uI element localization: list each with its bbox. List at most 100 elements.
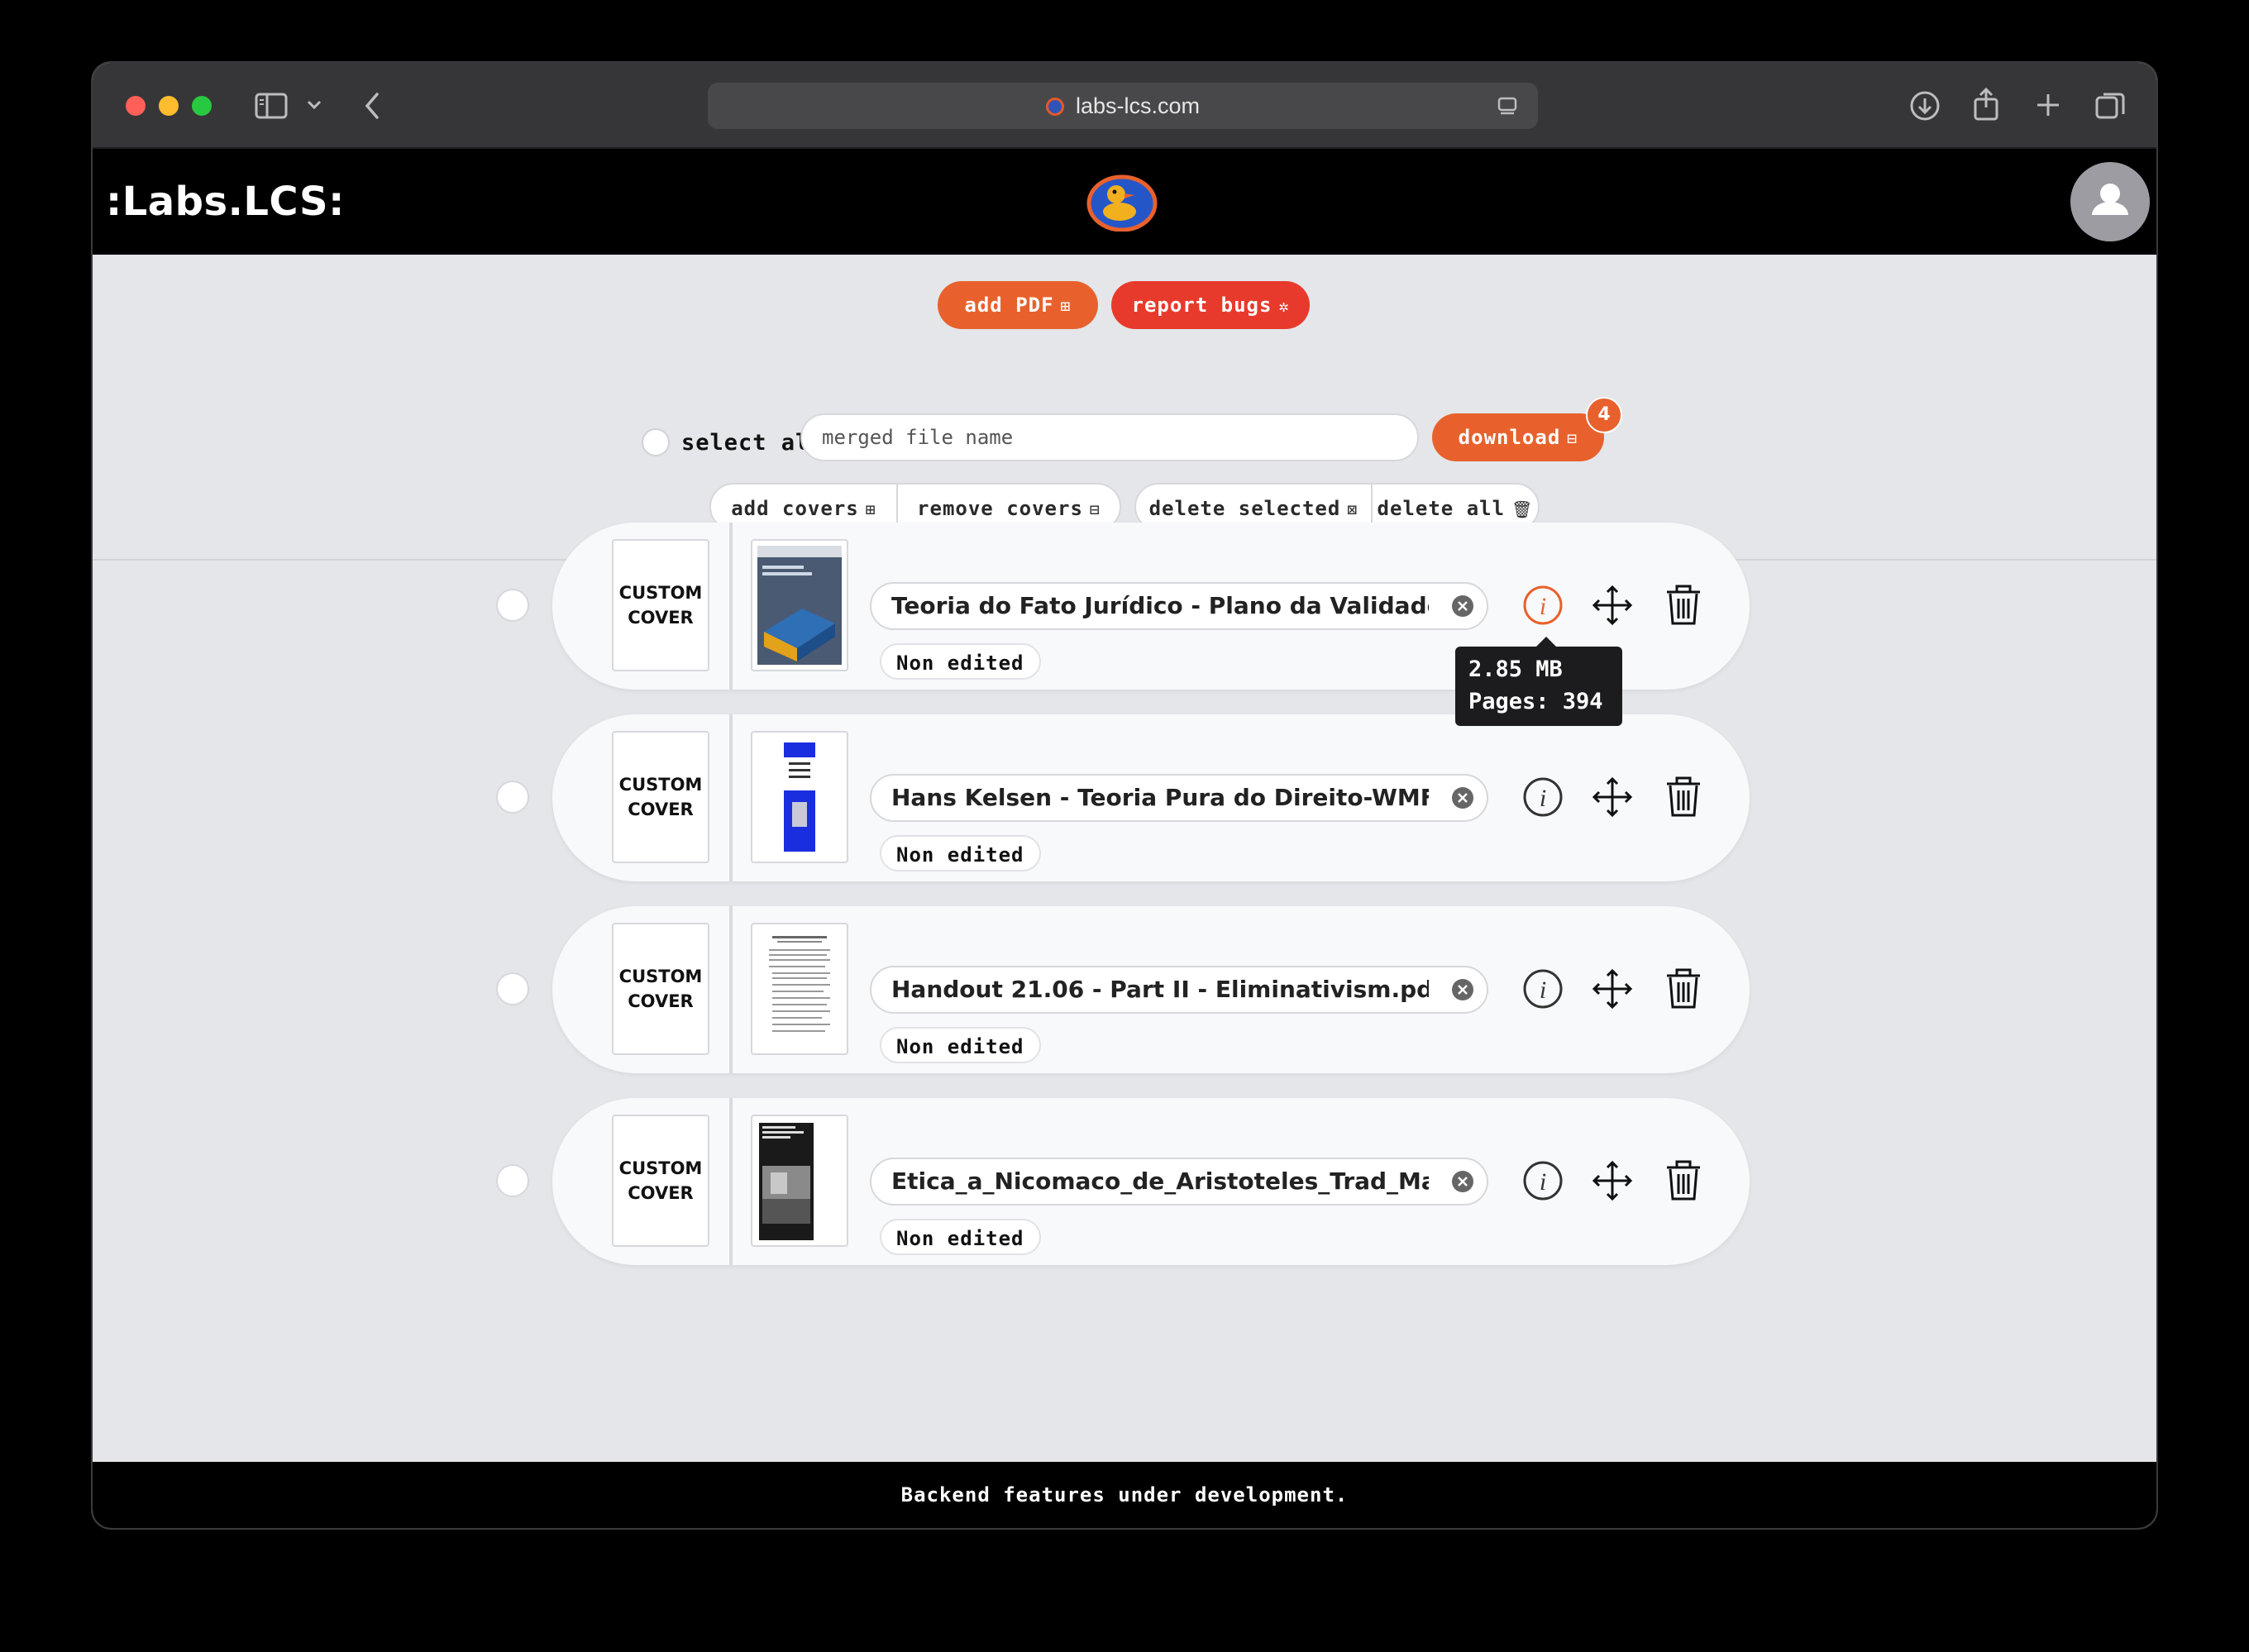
zoom-window-button[interactable]	[192, 96, 212, 116]
cover-label: CUSTOM	[618, 583, 703, 603]
page-count-text: Pages: 394	[1468, 689, 1603, 714]
cover-label: COVER	[628, 1183, 694, 1203]
file-name-field[interactable]: Teoria do Fato Jurídico - Plano da Valid…	[870, 582, 1488, 630]
move-icon[interactable]	[1589, 774, 1635, 820]
file-size-text: 2.85 MB	[1468, 657, 1563, 682]
brand-title[interactable]: :Labs.LCS:	[106, 179, 345, 225]
trash-icon[interactable]	[1660, 966, 1707, 1012]
edit-status-badge: Non edited	[880, 643, 1041, 680]
file-info-tooltip: 2.85 MB Pages: 394	[1455, 637, 1622, 726]
pdf-thumbnail-image	[759, 1123, 814, 1240]
delete-all-label: delete all	[1377, 497, 1506, 520]
pdf-thumbnail-image	[784, 742, 815, 852]
row-divider	[729, 523, 733, 690]
row-select-checkbox[interactable]	[496, 781, 529, 814]
minimize-window-button[interactable]	[159, 96, 179, 116]
svg-text:i: i	[1540, 785, 1546, 812]
file-minus-icon: ⊟	[1089, 499, 1101, 519]
file-download-icon: ⊟	[1567, 428, 1578, 448]
app-header: :Labs.LCS:	[93, 149, 2156, 255]
download-button[interactable]: download ⊟	[1432, 413, 1604, 461]
file-name-text[interactable]: Teoria do Fato Jurídico - Plano da Valid…	[891, 584, 1429, 628]
clear-name-icon[interactable]	[1450, 594, 1475, 618]
clear-name-icon[interactable]	[1450, 1169, 1475, 1194]
browser-toolbar: labs-lcs.com	[93, 63, 2156, 149]
move-icon[interactable]	[1589, 966, 1635, 1012]
row-select-checkbox[interactable]	[496, 1164, 529, 1197]
add-pdf-label: add PDF	[964, 294, 1054, 317]
select-all-checkbox[interactable]	[642, 428, 670, 456]
cover-label: CUSTOM	[618, 775, 703, 795]
file-name-text[interactable]: Hans Kelsen - Teoria Pura do Direito-WMF…	[891, 776, 1429, 820]
action-toolbar: add PDF⊞ report bugs✲ select all downloa…	[93, 255, 2156, 561]
pdf-thumbnail[interactable]	[751, 539, 848, 671]
edit-status-badge: Non edited	[880, 1027, 1041, 1063]
move-icon[interactable]	[1589, 1158, 1635, 1204]
pdf-thumbnail[interactable]	[751, 923, 848, 1055]
custom-cover-slot[interactable]: CUSTOM COVER	[612, 731, 709, 863]
edit-status-badge: Non edited	[880, 835, 1041, 871]
new-tab-icon[interactable]	[2034, 91, 2062, 119]
cover-label: CUSTOM	[618, 1158, 703, 1178]
close-window-button[interactable]	[126, 96, 146, 116]
address-bar[interactable]: labs-lcs.com	[708, 83, 1538, 129]
user-avatar[interactable]	[2070, 162, 2150, 241]
reader-icon[interactable]	[1497, 96, 1518, 117]
trash-icon[interactable]	[1660, 1158, 1707, 1204]
pdf-thumbnail-image	[769, 936, 830, 1032]
file-x-icon: ⊠	[1347, 499, 1358, 519]
browser-window: labs-lcs.com :Labs.LCS: add PDF ⊞ report…	[93, 63, 2156, 1528]
file-row: CUSTOM COVER Hans Kelsen - Teoria Pura do…	[552, 714, 1750, 881]
merged-file-name-input[interactable]	[800, 413, 1419, 461]
pdf-thumbnail[interactable]	[751, 731, 848, 863]
trash-icon: 🗑	[1511, 499, 1534, 519]
svg-text:i: i	[1540, 1168, 1546, 1196]
pdf-thumbnail[interactable]	[751, 1115, 848, 1247]
file-name-field[interactable]: Hans Kelsen - Teoria Pura do Direito-WMF…	[870, 774, 1488, 822]
row-select-checkbox[interactable]	[496, 589, 529, 622]
share-icon[interactable]	[1971, 86, 2001, 122]
svg-text:i: i	[1540, 976, 1546, 1004]
user-icon	[2092, 184, 2128, 215]
info-icon[interactable]: i	[1520, 582, 1566, 628]
report-bugs-label: report bugs	[1131, 294, 1273, 317]
delete-selected-label: delete selected	[1148, 497, 1341, 520]
pdf-thumbnail-image	[757, 546, 842, 665]
back-arrow-icon[interactable]	[362, 91, 382, 121]
trash-icon[interactable]	[1660, 582, 1707, 628]
duck-logo-icon[interactable]	[1086, 174, 1158, 232]
cover-label: COVER	[628, 608, 694, 628]
add-covers-label: add covers	[731, 497, 859, 520]
file-plus-icon: ⊞	[1060, 296, 1072, 316]
info-icon[interactable]: i	[1520, 966, 1566, 1012]
trash-icon[interactable]	[1660, 774, 1707, 820]
file-name-text[interactable]: Etica_a_Nicomaco_de_Aristoteles_Trad_Mar…	[891, 1159, 1429, 1204]
download-label: download	[1458, 426, 1561, 449]
cover-label: COVER	[628, 991, 694, 1011]
row-select-checkbox[interactable]	[496, 972, 529, 1005]
file-name-field[interactable]: Etica_a_Nicomaco_de_Aristoteles_Trad_Mar…	[870, 1158, 1488, 1206]
move-icon[interactable]	[1589, 582, 1635, 628]
bug-icon: ✲	[1278, 296, 1290, 316]
cover-label: COVER	[628, 800, 694, 819]
clear-name-icon[interactable]	[1450, 977, 1475, 1002]
site-favicon-icon	[1045, 98, 1064, 116]
info-icon[interactable]: i	[1520, 1158, 1566, 1204]
file-name-field[interactable]: Handout 21.06 - Part II - Eliminativism.…	[870, 966, 1488, 1014]
add-pdf-button[interactable]: add PDF ⊞	[938, 281, 1098, 329]
file-name-text[interactable]: Handout 21.06 - Part II - Eliminativism.…	[891, 967, 1429, 1012]
download-count-badge: 4	[1586, 397, 1622, 433]
chevron-down-icon[interactable]	[306, 99, 322, 111]
footer-notice: Backend features under development.	[93, 1462, 2156, 1528]
report-bugs-button[interactable]: report bugs ✲	[1111, 281, 1310, 329]
custom-cover-slot[interactable]: CUSTOM COVER	[612, 1115, 709, 1247]
svg-text:i: i	[1540, 593, 1546, 620]
custom-cover-slot[interactable]: CUSTOM COVER	[612, 923, 709, 1055]
row-divider	[729, 906, 733, 1073]
downloads-icon[interactable]	[1908, 89, 1941, 122]
clear-name-icon[interactable]	[1450, 785, 1475, 810]
sidebar-toggle-icon[interactable]	[255, 93, 288, 119]
custom-cover-slot[interactable]: CUSTOM COVER	[612, 539, 709, 671]
info-icon[interactable]: i	[1520, 774, 1566, 820]
tab-overview-icon[interactable]	[2094, 89, 2127, 122]
